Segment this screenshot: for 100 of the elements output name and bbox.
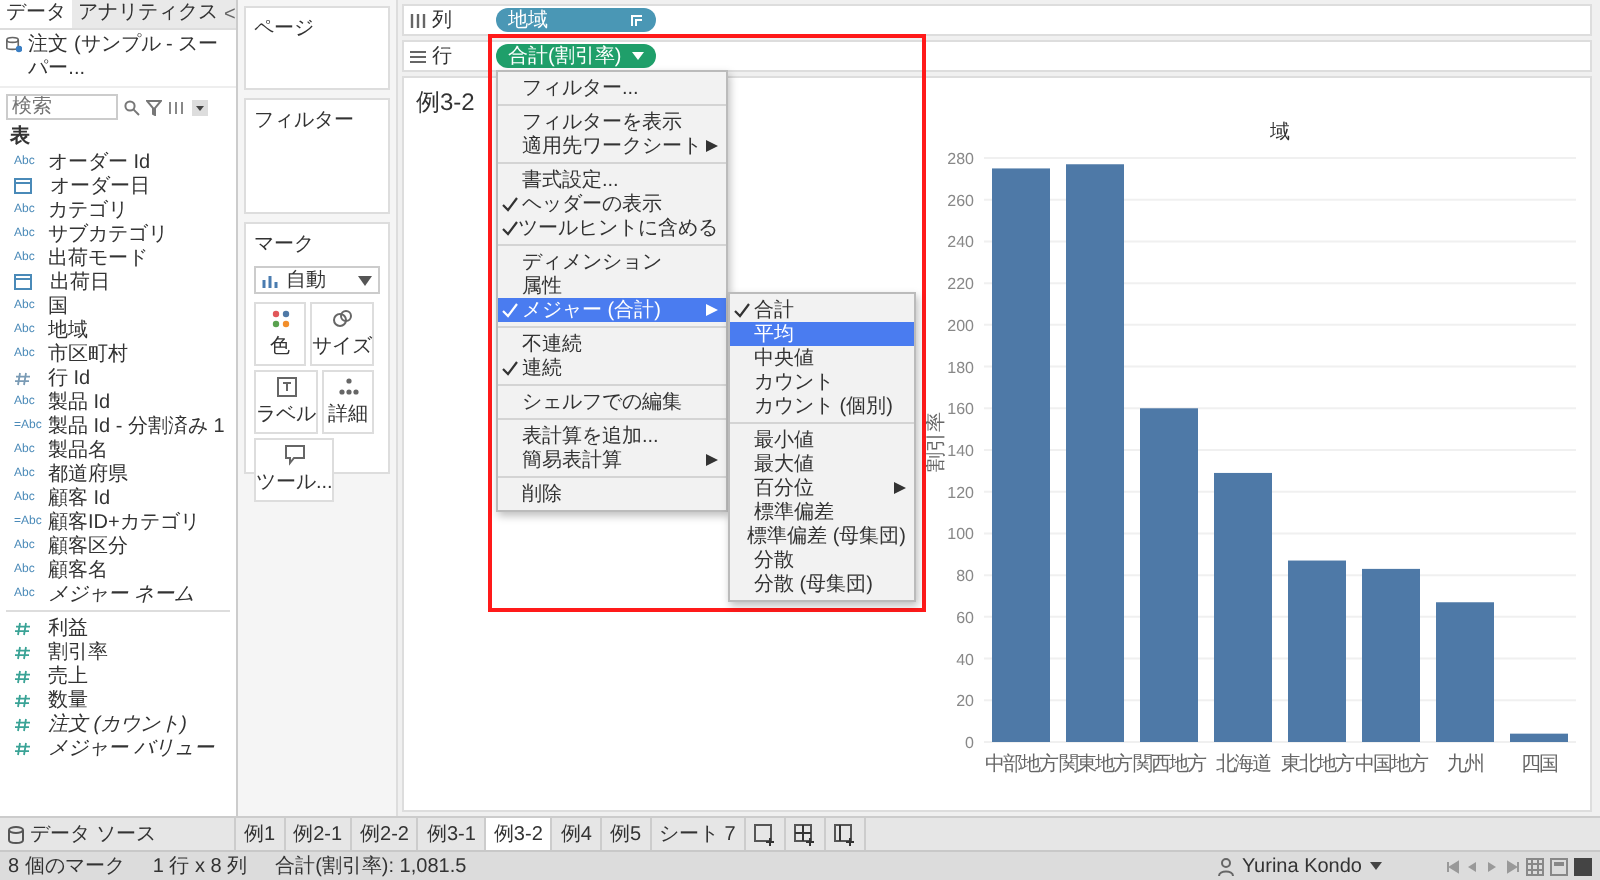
measure-field[interactable]: 売上 — [48, 662, 88, 690]
menu-item[interactable]: 中央値 — [730, 346, 914, 370]
dimension-field[interactable]: 顧客 Id — [48, 484, 111, 512]
panel-plus-icon[interactable] — [833, 823, 856, 845]
measure-field[interactable]: 利益 — [48, 614, 88, 642]
forward-icon[interactable] — [1486, 859, 1500, 873]
search-field[interactable]: 検索 — [6, 94, 118, 120]
dimension-field[interactable]: 顧客名 — [48, 556, 108, 584]
menu-item[interactable]: 最大値 — [730, 452, 914, 476]
dimension-field[interactable]: 地域 — [48, 316, 88, 344]
menu-item[interactable]: ツールヒントに含める — [498, 216, 726, 240]
menu-item[interactable]: 表計算を追加... — [498, 424, 726, 448]
sheet-tab[interactable]: 例3-2 — [485, 818, 553, 850]
bar — [1436, 602, 1494, 742]
dimension-field[interactable]: オーダー Id — [48, 148, 151, 176]
tick-label: 140 — [947, 442, 974, 460]
marks-button[interactable]: 詳細 — [322, 370, 374, 434]
shelf-label: 列 — [432, 8, 452, 34]
menu-item[interactable]: ディメンション — [498, 250, 726, 274]
dropdown-icon[interactable] — [192, 99, 208, 115]
menu-item[interactable]: 書式設定... — [498, 168, 726, 192]
menu-item[interactable]: カウント (個別) — [730, 394, 914, 418]
card-title: マーク — [254, 232, 314, 258]
data-source-name[interactable]: 注文 (サンプル - スーパー... — [28, 34, 230, 82]
caret-icon — [632, 52, 644, 60]
axis-title: 割引率 — [926, 412, 948, 472]
sheet-plus-icon[interactable] — [753, 823, 776, 845]
menu-item[interactable]: 連続 — [498, 356, 726, 380]
menu-item[interactable]: カウント — [730, 370, 914, 394]
caret-icon — [1370, 862, 1382, 870]
menu-item[interactable]: 削除 — [498, 482, 726, 506]
dimension-field[interactable]: 国 — [48, 292, 68, 320]
user-menu[interactable]: Yurina Kondo — [1209, 855, 1418, 877]
tick-label: 60 — [956, 608, 974, 627]
dimension-field[interactable]: サブカテゴリ — [48, 220, 168, 248]
bar — [1510, 733, 1568, 742]
measure-field[interactable]: 数量 — [48, 686, 88, 714]
tick-label: 40 — [956, 650, 974, 669]
menu-item[interactable]: メジャー (合計) — [498, 298, 726, 322]
pane-tab[interactable]: データ — [0, 0, 72, 28]
back-icon[interactable] — [1466, 859, 1480, 873]
measure-field[interactable]: 割引率 — [48, 638, 108, 666]
skip-forward-icon[interactable] — [1506, 859, 1520, 873]
square-icon[interactable] — [1574, 857, 1592, 875]
menu-item[interactable]: 標準偏差 — [730, 500, 914, 524]
card-title: フィルター — [254, 108, 354, 134]
collapse-button[interactable]: < — [224, 3, 244, 25]
marks-button[interactable]: ツール... — [254, 438, 335, 502]
marks-button[interactable]: サイズ — [310, 302, 374, 366]
menu-item[interactable]: 百分位 — [730, 476, 914, 500]
category-label: 四国 — [1521, 754, 1557, 776]
menu-item[interactable]: ヘッダーの表示 — [498, 192, 726, 216]
pane-tab[interactable]: アナリティクス — [72, 0, 224, 28]
dimension-field[interactable]: 製品 Id — [48, 388, 111, 416]
menu-item[interactable]: シェルフでの編集 — [498, 390, 726, 414]
grid-plus-icon[interactable] — [793, 823, 816, 845]
dimension-field[interactable]: 顧客区分 — [48, 532, 128, 560]
hash-icon — [14, 669, 30, 683]
dimension-field[interactable]: 製品 Id - 分割済み 1 — [48, 412, 225, 440]
hash-icon — [14, 371, 30, 385]
measure-field[interactable]: メジャー バリュー — [48, 734, 214, 762]
menu-item[interactable]: 標準偏差 (母集団) — [730, 524, 914, 548]
category-label: 九州 — [1447, 754, 1483, 776]
mark-type-dropdown[interactable]: 自動 — [254, 266, 380, 294]
dimension-field[interactable]: 都道府県 — [48, 460, 128, 488]
skip-back-icon[interactable] — [1446, 859, 1460, 873]
measure-field[interactable]: 注文 (カウント) — [48, 710, 187, 738]
dimension-field[interactable]: 行 Id — [48, 364, 91, 392]
category-label: 中部地方 — [985, 754, 1057, 776]
dimension-field[interactable]: 出荷日 — [50, 268, 110, 296]
marks-button[interactable]: 色 — [254, 302, 306, 366]
menu-item[interactable]: 合計 — [730, 298, 914, 322]
menu-item[interactable]: 最小値 — [730, 428, 914, 452]
dimension-field[interactable]: オーダー日 — [50, 172, 150, 200]
filter-icon[interactable] — [146, 99, 162, 115]
section-heading: 表 — [8, 126, 32, 150]
menu-item[interactable]: 不連続 — [498, 332, 726, 356]
dimension-field[interactable]: 製品名 — [48, 436, 108, 464]
dimension-field[interactable]: カテゴリ — [48, 196, 128, 224]
menu-item[interactable]: 平均 — [730, 322, 914, 346]
window-icon[interactable] — [1550, 857, 1568, 875]
menu-item[interactable]: 適用先ワークシート — [498, 134, 726, 158]
bar-chart-icon — [262, 273, 278, 287]
menu-item[interactable]: 属性 — [498, 274, 726, 298]
columns-icon[interactable] — [168, 99, 186, 115]
person-icon — [1217, 857, 1234, 875]
grid-icon[interactable] — [1526, 857, 1544, 875]
menu-item[interactable]: 分散 (母集団) — [730, 572, 914, 596]
menu-item[interactable]: 簡易表計算 — [498, 448, 726, 472]
dimension-field[interactable]: 出荷モード — [48, 244, 148, 272]
status-text: 合計(割引率): 1,081.5 — [275, 853, 467, 880]
text-box-icon — [275, 376, 297, 398]
dimension-field[interactable]: メジャー ネーム — [48, 580, 194, 608]
menu-item[interactable]: フィルター... — [498, 76, 726, 100]
dimension-field[interactable]: 顧客ID+カテゴリ — [48, 508, 200, 536]
menu-item[interactable]: フィルターを表示 — [498, 110, 726, 134]
dimension-field[interactable]: 市区町村 — [48, 340, 128, 368]
marks-button[interactable]: ラベル — [254, 370, 318, 434]
card-title: ページ — [254, 16, 314, 42]
menu-item[interactable]: 分散 — [730, 548, 914, 572]
